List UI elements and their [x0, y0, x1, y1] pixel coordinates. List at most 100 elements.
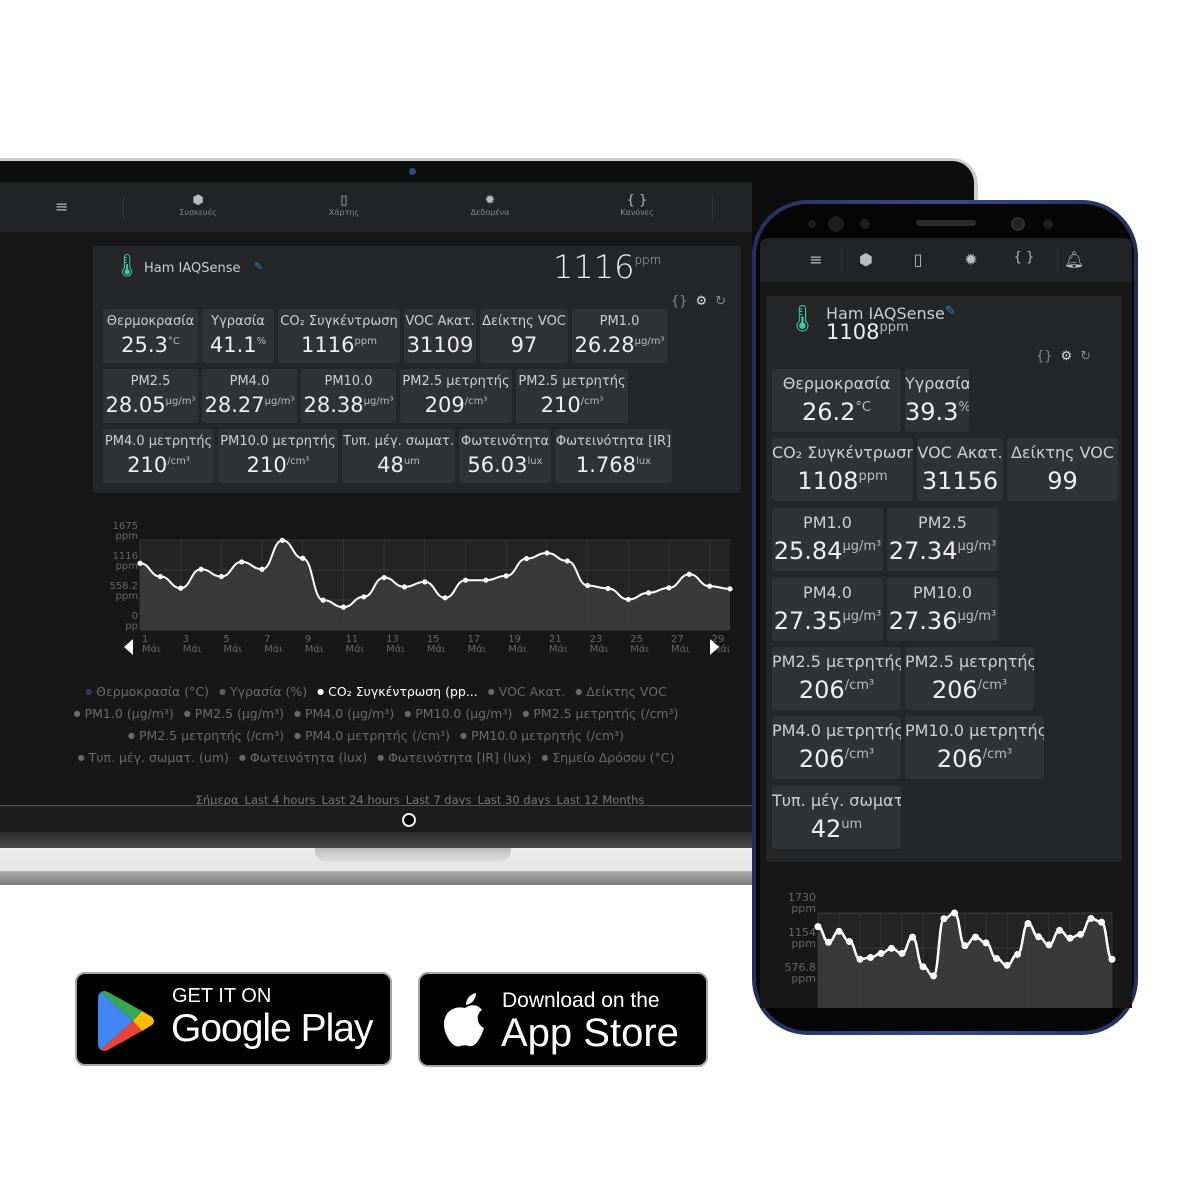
sensor-tile[interactable]: PM10.0 μετρητής 206/cm³ [905, 716, 1044, 779]
legend-item[interactable]: PM10.0 (μg/m³) [404, 706, 512, 721]
google-play-badge[interactable]: GET IT ON Google Play [75, 972, 392, 1066]
data-point[interactable] [259, 566, 265, 572]
sensor-tile[interactable]: Τυπ. μέγ. σωματ. 42um [772, 786, 901, 849]
legend-item[interactable]: PM2.5 (μg/m³) [184, 706, 284, 721]
braces-icon[interactable]: {} [1036, 349, 1053, 364]
braces-icon[interactable]: {} [671, 294, 688, 309]
data-point[interactable] [137, 560, 143, 566]
refresh-icon[interactable]: ↻ [715, 294, 726, 309]
data-point[interactable] [686, 571, 692, 577]
time-range-link[interactable]: Last 24 hours [321, 793, 399, 805]
data-point[interactable] [442, 595, 448, 601]
data-point[interactable] [157, 573, 163, 580]
data-point[interactable] [951, 909, 958, 917]
sensor-tile[interactable]: PM2.5 μετρητής 206/cm³ [772, 647, 901, 710]
data-point[interactable] [1098, 918, 1105, 926]
sensor-tile[interactable]: PM10.0 27.36μg/m³ [887, 578, 998, 641]
data-point[interactable] [483, 577, 489, 583]
sensor-tile[interactable]: Τυπ. μέγ. σωματ. 48um [342, 429, 455, 483]
legend-item[interactable]: Υγρασία (%) [219, 684, 307, 699]
gear-icon[interactable]: ⚙ [696, 294, 708, 309]
sensor-tile[interactable]: PM2.5 μετρητής 206/cm³ [905, 647, 1034, 710]
data-point[interactable] [856, 955, 864, 963]
legend-item[interactable]: PM4.0 (μg/m³) [294, 706, 394, 721]
data-point[interactable] [523, 555, 530, 562]
data-point[interactable] [888, 944, 895, 952]
sensor-tile[interactable]: PM10.0 μετρητής 210/cm³ [218, 429, 338, 483]
sensor-tile[interactable]: Υγρασία39.3% [905, 369, 969, 432]
app-store-badge[interactable]: Download on the App Store [418, 972, 708, 1067]
data-point[interactable] [835, 927, 843, 935]
sensor-tile[interactable]: Θερμοκρασία 26.2°C [772, 369, 901, 432]
data-point[interactable] [1077, 930, 1084, 938]
data-point[interactable] [961, 942, 969, 950]
time-range-link[interactable]: Last 12 Months [556, 793, 644, 805]
time-range-link[interactable]: Last 30 days [477, 793, 550, 805]
legend-item[interactable]: PM2.5 μετρητής (/cm³) [128, 728, 284, 743]
data-point[interactable] [320, 597, 326, 603]
legend-item[interactable]: Σημείο Δρόσου (°C) [541, 750, 674, 765]
data-point[interactable] [340, 604, 347, 610]
sensor-tile[interactable]: Θερμοκρασία 25.3°C [103, 309, 198, 363]
data-point[interactable] [727, 586, 733, 592]
data-point[interactable] [877, 949, 885, 957]
legend-item[interactable]: Δείκτης VOC [575, 684, 667, 699]
nav-item-lightbulb[interactable]: ✹ Δεδομένα [450, 194, 530, 218]
data-point[interactable] [1024, 920, 1032, 928]
sensor-tile[interactable]: VOC Ακατ. 31109 [404, 309, 476, 363]
data-point[interactable] [1087, 914, 1095, 922]
data-point[interactable] [503, 573, 509, 579]
sensor-tile[interactable]: PM4.0 27.35μg/m³ [772, 578, 883, 641]
menu-icon[interactable]: ≡ [804, 250, 828, 269]
data-point[interactable] [300, 555, 306, 561]
sensor-tile[interactable]: PM2.5 28.05μg/m³ [103, 369, 198, 423]
edit-icon[interactable]: ✎ [254, 260, 263, 273]
legend-item[interactable]: Φωτεινότητα [IR] (lux) [377, 750, 531, 765]
data-point[interactable] [462, 577, 469, 583]
sensor-tile[interactable]: VOC Ακατ. 31156 [917, 438, 1003, 501]
sensor-tile[interactable]: PM4.0 28.27μg/m³ [202, 369, 297, 423]
data-point[interactable] [814, 923, 822, 931]
time-range-link[interactable]: Last 4 hours [245, 793, 316, 805]
data-point[interactable] [381, 574, 387, 581]
sensor-tile[interactable]: PM4.0 μετρητής 206/cm³ [772, 716, 901, 779]
sensor-tile[interactable]: PM2.5 μετρητής 209/cm³ [400, 369, 512, 423]
braces-icon[interactable]: { } [1012, 250, 1036, 265]
data-point[interactable] [1056, 926, 1063, 934]
gear-icon[interactable]: ⚙ [1061, 349, 1073, 364]
legend-item[interactable]: PM4.0 μετρητής (/cm³) [294, 728, 450, 743]
data-point[interactable] [972, 933, 979, 941]
data-point[interactable] [1066, 934, 1074, 942]
sensor-tile[interactable]: PM2.5 μετρητής 210/cm³ [516, 369, 628, 423]
data-point[interactable] [1003, 961, 1011, 969]
data-point[interactable] [898, 949, 906, 957]
data-point[interactable] [1014, 950, 1021, 958]
cube-icon[interactable]: ⬢ [854, 250, 878, 269]
data-point[interactable] [1045, 941, 1053, 949]
legend-item[interactable]: Τυπ. μέγ. σωματ. (um) [78, 750, 229, 765]
map-icon[interactable]: ▯ [906, 250, 930, 269]
sensor-tile[interactable]: Φωτεινότητα [IR] 1.768lux [555, 429, 672, 483]
time-range-link[interactable]: Last 7 days [406, 793, 472, 805]
edit-icon[interactable]: ✎ [945, 304, 956, 319]
lightbulb-icon[interactable]: ✹ [959, 250, 983, 269]
legend-item[interactable]: PM1.0 (μg/m³) [74, 706, 174, 721]
sensor-tile[interactable]: Υγρασία 41.1% [202, 309, 274, 363]
sensor-tile[interactable]: Δείκτης VOC 99 [1007, 438, 1118, 501]
menu-icon[interactable]: ≡ [55, 197, 68, 216]
sensor-tile[interactable]: PM1.0 25.84μg/m³ [772, 508, 883, 571]
data-point[interactable] [930, 972, 937, 980]
data-point[interactable] [707, 583, 713, 589]
data-point[interactable] [993, 955, 1000, 963]
data-point[interactable] [544, 550, 550, 556]
data-point[interactable] [218, 573, 224, 580]
sensor-tile[interactable]: Δείκτης VOC 97 [480, 309, 568, 363]
sensor-tile[interactable]: PM10.0 28.38μg/m³ [301, 369, 396, 423]
data-point[interactable] [909, 933, 916, 941]
data-point[interactable] [239, 559, 245, 565]
refresh-icon[interactable]: ↻ [1080, 349, 1091, 364]
legend-item[interactable]: Φωτεινότητα (lux) [239, 750, 367, 765]
data-point[interactable] [1108, 955, 1116, 963]
data-point[interactable] [564, 558, 570, 564]
sensor-tile[interactable]: PM4.0 μετρητής 210/cm³ [103, 429, 214, 483]
